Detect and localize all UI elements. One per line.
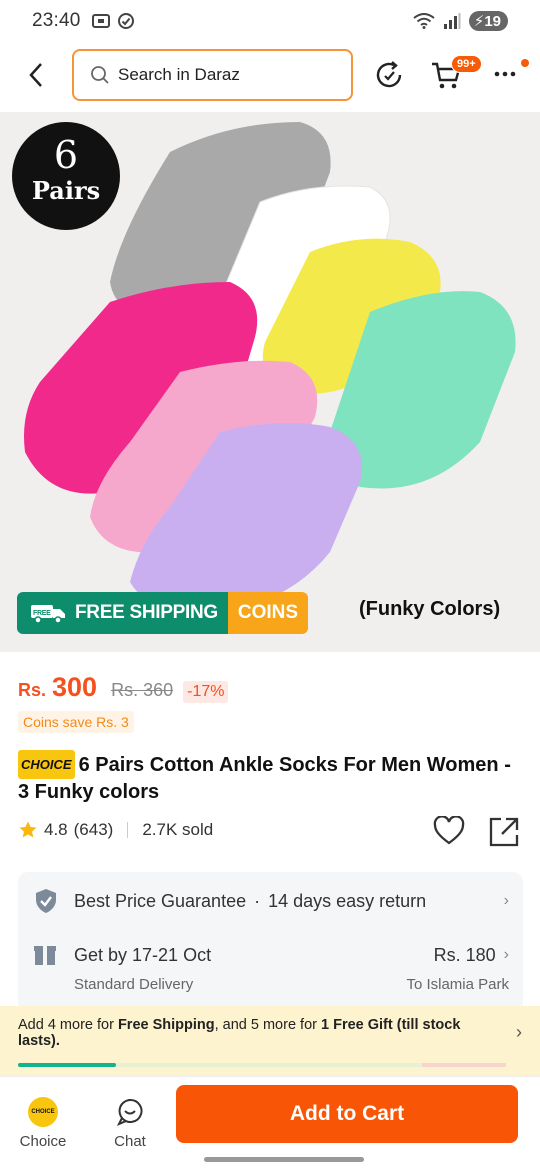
promo-free-shipping: Free Shipping bbox=[117, 1017, 215, 1033]
delivery-destination: To Islamia Park bbox=[406, 976, 509, 993]
product-image[interactable]: 6 Pairs FREE FREE SHIPPING COINS (Funky … bbox=[0, 112, 540, 652]
free-label: FREE bbox=[33, 610, 51, 617]
promo-text: , and 5 more for bbox=[214, 1017, 321, 1033]
choice-tag: CHOICE bbox=[18, 750, 75, 779]
battery-indicator: ⚡19 bbox=[468, 11, 508, 31]
bottom-action-bar: CHOICE Choice Chat Add to Cart bbox=[0, 1076, 540, 1170]
share-icon[interactable] bbox=[488, 816, 520, 848]
search-placeholder: Search in Daraz bbox=[118, 65, 240, 84]
rating-count: (643) bbox=[73, 820, 114, 839]
wifi-icon bbox=[413, 13, 435, 29]
guarantee-row[interactable]: Best Price Guarantee · 14 days easy retu… bbox=[34, 888, 509, 914]
coins-label: COINS bbox=[227, 592, 309, 634]
delivery-truck-icon: FREE bbox=[31, 605, 65, 624]
back-button[interactable] bbox=[0, 42, 72, 108]
status-notification-icons bbox=[91, 12, 135, 30]
chevron-left-icon bbox=[29, 63, 42, 87]
product-title-text: 6 Pairs Cotton Ankle Socks For Men Women… bbox=[18, 754, 511, 803]
chat-icon bbox=[116, 1098, 143, 1126]
battery-level: 19 bbox=[484, 13, 501, 30]
package-icon bbox=[34, 946, 56, 965]
price-currency: Rs. bbox=[18, 680, 47, 700]
refresh-icon[interactable] bbox=[373, 59, 405, 91]
current-price: 300 bbox=[52, 672, 98, 702]
pairs-word: Pairs bbox=[31, 176, 101, 205]
choice-icon: CHOICE bbox=[28, 1097, 58, 1127]
product-title: CHOICE 6 Pairs Cotton Ankle Socks For Men… bbox=[18, 750, 518, 806]
free-shipping-promo-bar[interactable]: Add 4 more for Free Shipping, and 5 more… bbox=[0, 1006, 540, 1076]
image-caption: (Funky Colors) bbox=[359, 598, 501, 620]
rating-row[interactable]: 4.8 (643) 2.7K sold bbox=[18, 820, 213, 840]
separator-dot: · bbox=[254, 890, 261, 911]
delivery-fee: Rs. 180 bbox=[433, 944, 496, 965]
cart-count-badge: 99+ bbox=[451, 55, 482, 73]
rating-score: 4.8 bbox=[44, 820, 68, 839]
screenshot-icon bbox=[91, 14, 110, 28]
choice-nav-button[interactable]: CHOICE Choice bbox=[8, 1097, 78, 1150]
heart-icon[interactable] bbox=[433, 816, 465, 846]
star-icon bbox=[19, 821, 37, 838]
chevron-right-icon: › bbox=[503, 946, 509, 963]
search-icon bbox=[91, 66, 109, 84]
status-time: 23:40 bbox=[32, 10, 81, 31]
service-info-card: Best Price Guarantee · 14 days easy retu… bbox=[18, 872, 523, 1012]
chat-label: Chat bbox=[114, 1133, 146, 1150]
delivery-date: Get by 17-21 Oct bbox=[74, 944, 212, 965]
more-options-icon[interactable] bbox=[493, 70, 517, 78]
shield-check-icon bbox=[36, 889, 56, 913]
delivery-type: Standard Delivery bbox=[74, 976, 194, 993]
promo-text: Add 4 more for bbox=[18, 1017, 118, 1033]
delivery-row[interactable]: Get by 17-21 Oct Rs. 180 › bbox=[34, 944, 509, 966]
promo-progress-bar bbox=[18, 1063, 506, 1067]
chevron-right-icon: › bbox=[503, 892, 509, 909]
pairs-count: 6 bbox=[53, 133, 79, 177]
chevron-right-icon: › bbox=[516, 1022, 522, 1042]
search-input[interactable]: Search in Daraz bbox=[72, 49, 353, 101]
promo-progress-fill bbox=[18, 1063, 116, 1067]
check-circle-icon bbox=[117, 13, 134, 29]
original-price: Rs. 360 bbox=[111, 680, 174, 700]
coins-save-badge: Coins save Rs. 3 bbox=[18, 711, 134, 733]
best-price-guarantee: Best Price Guarantee bbox=[74, 890, 247, 911]
add-to-cart-button[interactable]: Add to Cart bbox=[176, 1085, 518, 1143]
pairs-badge: 6 Pairs bbox=[12, 122, 120, 230]
home-indicator[interactable] bbox=[204, 1157, 364, 1162]
discount-badge: -17% bbox=[183, 681, 229, 703]
choice-label: Choice bbox=[19, 1133, 67, 1150]
status-bar: 23:40 ⚡19 bbox=[0, 0, 540, 42]
free-shipping-label: FREE SHIPPING bbox=[75, 602, 218, 623]
delivery-details: Standard Delivery To Islamia Park bbox=[74, 976, 509, 993]
notification-dot bbox=[521, 59, 529, 67]
promo-progress-gift-segment bbox=[422, 1063, 506, 1067]
chat-nav-button[interactable]: Chat bbox=[95, 1097, 165, 1150]
free-shipping-banner: FREE FREE SHIPPING COINS bbox=[17, 592, 309, 634]
top-header: Search in Daraz 99+ bbox=[0, 42, 540, 108]
divider bbox=[127, 822, 129, 838]
easy-return: 14 days easy return bbox=[268, 890, 427, 911]
signal-icon bbox=[443, 13, 461, 29]
price-row: Rs. 300 Rs. 360 -17% bbox=[18, 672, 229, 703]
sold-count: 2.7K sold bbox=[142, 820, 214, 839]
